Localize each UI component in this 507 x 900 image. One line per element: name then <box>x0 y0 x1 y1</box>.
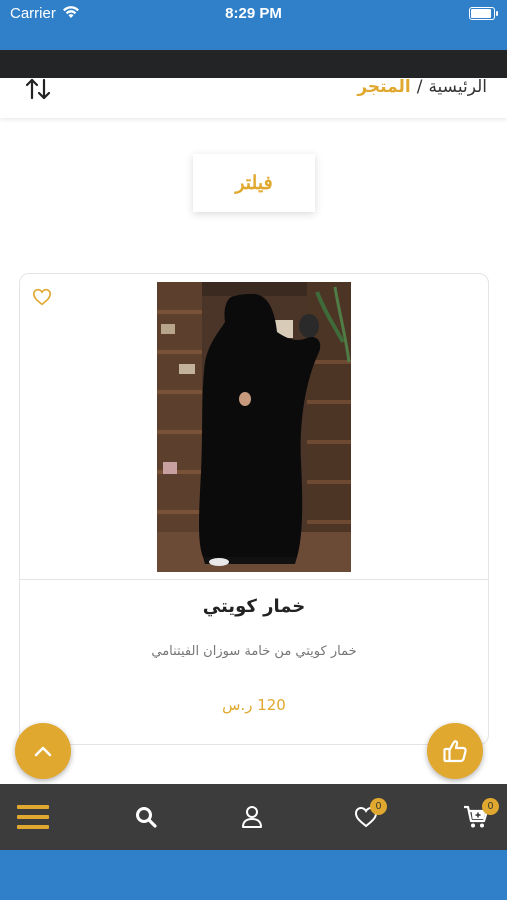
thumbs-up-icon <box>443 740 467 763</box>
nav-cart[interactable]: 0 <box>446 784 506 850</box>
sort-icon[interactable] <box>24 78 52 100</box>
like-button[interactable] <box>427 723 483 779</box>
scroll-to-top-button[interactable] <box>15 723 71 779</box>
bottom-bar <box>0 850 507 900</box>
breadcrumb-separator: / <box>416 77 423 97</box>
search-icon <box>136 807 157 828</box>
nav-search[interactable] <box>116 784 176 850</box>
filter-button[interactable]: فيلتر <box>193 154 315 212</box>
product-image[interactable] <box>157 282 351 572</box>
header-strip <box>0 50 507 78</box>
breadcrumb-bar: الرئيسية / المتجر <box>0 77 507 118</box>
nav-menu[interactable] <box>3 784 63 850</box>
user-icon <box>242 806 262 828</box>
cart-count-badge: 0 <box>482 798 499 815</box>
product-price: 120 ر.س <box>222 696 286 714</box>
wishlist-heart-icon[interactable] <box>32 288 52 306</box>
wishlist-count-badge: 0 <box>370 798 387 815</box>
nav-account[interactable] <box>222 784 282 850</box>
chevron-up-icon <box>34 746 52 757</box>
nav-wishlist[interactable]: 0 <box>336 784 396 850</box>
breadcrumb-current: المتجر <box>357 77 411 97</box>
menu-icon <box>17 805 49 829</box>
product-description: خمار كويتي من خامة سوزان الفيتنامي <box>151 644 357 659</box>
card-divider <box>20 579 488 580</box>
product-card[interactable]: خمار كويتي خمار كويتي من خامة سوزان الفي… <box>19 273 489 745</box>
battery-icon <box>469 7 498 20</box>
bottom-nav: 0 0 <box>0 784 507 850</box>
breadcrumb: الرئيسية / المتجر <box>357 77 487 97</box>
product-name[interactable]: خمار كويتي <box>20 596 488 617</box>
status-time: 8:29 PM <box>225 5 282 22</box>
status-bar: Carrier 8:29 PM <box>0 0 507 50</box>
breadcrumb-home[interactable]: الرئيسية <box>428 77 487 97</box>
